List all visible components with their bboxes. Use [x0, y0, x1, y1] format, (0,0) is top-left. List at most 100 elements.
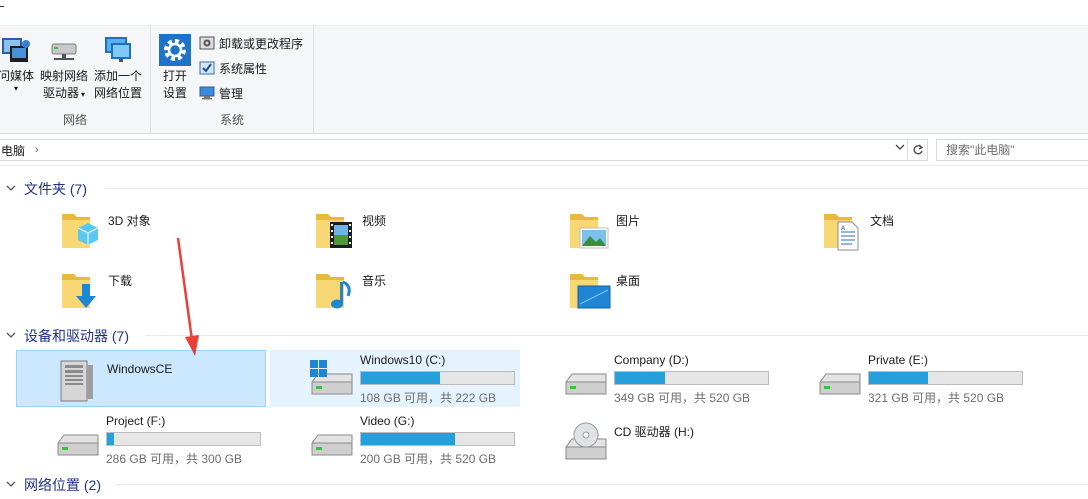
section-network-header[interactable]: 网络位置 (2)	[6, 475, 101, 495]
drive-usage-fill	[107, 433, 115, 445]
drive-name: Project (F:)	[106, 414, 166, 428]
uninstall-programs-button[interactable]: 卸载或更改程序	[199, 33, 303, 53]
folder-item-desktop[interactable]: 桌面	[524, 266, 774, 322]
drive-item-g[interactable]: Video (G:) 200 GB 可用，共 520 GB	[270, 411, 520, 468]
system-properties-button[interactable]: 系统属性	[199, 58, 267, 78]
folder-item-videos[interactable]: 视频	[270, 206, 520, 262]
drive-item-windowsce[interactable]: WindowsCE	[16, 350, 266, 407]
open-settings-label-1: 打开	[162, 69, 187, 83]
section-devices-header[interactable]: 设备和驱动器 (7)	[6, 326, 129, 346]
drive-free-space: 286 GB 可用，共 300 GB	[106, 452, 243, 466]
chevron-down-icon[interactable]	[6, 330, 18, 343]
section-devices-label: 设备和驱动器 (7)	[24, 328, 129, 344]
chevron-down-icon: ▾	[13, 84, 18, 93]
hard-drive-icon	[562, 358, 610, 398]
folder-name: 图片	[616, 214, 641, 228]
section-folders-header[interactable]: 文件夹 (7)	[6, 179, 87, 199]
ribbon-group-system: 打开 设置 卸载或更改程序 系统属性 管理 系统	[151, 26, 314, 134]
folder-item-3d-objects[interactable]: 3D 对象	[16, 206, 266, 262]
drive-free-space: 321 GB 可用，共 520 GB	[868, 391, 1005, 405]
drive-name: WindowsCE	[107, 362, 173, 376]
music-icon	[314, 266, 362, 314]
documents-icon: A	[822, 206, 870, 254]
uninstall-icon	[199, 35, 215, 51]
gear-icon	[159, 34, 191, 66]
map-drive-label-2: 驱动器	[42, 86, 79, 100]
folder-name: 音乐	[362, 274, 387, 288]
folder-item-music[interactable]: 音乐	[270, 266, 520, 322]
drive-usage-fill	[869, 372, 928, 384]
folder-item-downloads[interactable]: 下载	[16, 266, 266, 322]
properties-icon	[199, 60, 215, 76]
manage-label: 管理	[219, 86, 244, 101]
downloads-icon	[60, 266, 108, 314]
chevron-down-icon[interactable]	[6, 479, 18, 492]
uninstall-label: 卸载或更改程序	[219, 36, 304, 51]
section-folders-label: 文件夹 (7)	[24, 181, 87, 197]
breadcrumb-separator-icon[interactable]: ›	[35, 144, 39, 156]
address-bar[interactable]: 电脑 ›	[0, 139, 908, 161]
drive-item-f[interactable]: Project (F:) 286 GB 可用，共 300 GB	[16, 411, 266, 468]
3d-objects-icon	[60, 206, 108, 254]
ribbon: 问媒体 ▾ 映射网络 驱动器 ▾ 添加一个 网络位置 网络 打开 设置 卸载或更…	[0, 26, 1088, 134]
network-drive-icon	[48, 34, 80, 66]
map-drive-label-1: 映射网络	[39, 69, 88, 83]
add-location-label-1: 添加一个	[93, 69, 142, 83]
hard-drive-icon	[816, 358, 864, 398]
search-input[interactable]: 搜索"此电脑"	[936, 139, 1088, 161]
drive-usage-bar	[868, 371, 1023, 385]
folder-name: 3D 对象	[108, 214, 151, 228]
drive-free-space: 349 GB 可用，共 520 GB	[614, 391, 751, 405]
media-icon	[0, 34, 32, 66]
open-settings-label-2: 设置	[162, 86, 187, 100]
folder-item-pictures[interactable]: 图片	[524, 206, 774, 262]
ribbon-group-network: 问媒体 ▾ 映射网络 驱动器 ▾ 添加一个 网络位置 网络	[0, 26, 151, 134]
media-server-button[interactable]: 问媒体 ▾	[0, 34, 38, 93]
chevron-down-icon: ▾	[81, 90, 86, 99]
breadcrumb-this-pc[interactable]: 电脑	[0, 142, 25, 159]
section-divider	[146, 335, 1088, 336]
address-row: 电脑 › 搜索"此电脑"	[0, 134, 1088, 166]
folder-name: 视频	[362, 214, 387, 228]
drive-usage-fill	[361, 372, 440, 384]
section-divider	[104, 188, 1088, 189]
folder-name: 桌面	[616, 274, 641, 288]
drive-usage-bar	[360, 432, 515, 446]
properties-label: 系统属性	[219, 61, 268, 76]
section-network-label: 网络位置 (2)	[24, 477, 101, 493]
drive-name: Windows10 (C:)	[360, 353, 446, 367]
title-mark	[0, 6, 4, 7]
desktop-icon	[568, 266, 616, 314]
refresh-button[interactable]	[908, 139, 928, 161]
computer-tower-icon	[57, 359, 105, 402]
chevron-down-icon[interactable]	[895, 142, 905, 155]
title-strip	[0, 0, 1088, 26]
folder-item-documents[interactable]: A 文档	[778, 206, 1028, 262]
drive-name: CD 驱动器 (H:)	[614, 425, 694, 439]
drive-free-space: 108 GB 可用，共 222 GB	[360, 391, 497, 405]
drive-name: Company (D:)	[614, 353, 689, 367]
add-location-label-2: 网络位置	[93, 86, 142, 100]
pictures-icon	[568, 206, 616, 254]
manage-button[interactable]: 管理	[199, 83, 243, 103]
folder-name: 下载	[108, 274, 133, 288]
open-settings-button[interactable]: 打开 设置	[158, 34, 192, 102]
add-network-location-button[interactable]: 添加一个 网络位置	[92, 34, 144, 102]
section-divider	[116, 484, 1088, 485]
chevron-down-icon[interactable]	[6, 183, 18, 196]
drive-item-h[interactable]: CD 驱动器 (H:)	[524, 411, 774, 468]
manage-icon	[199, 85, 215, 101]
drive-usage-bar	[614, 371, 769, 385]
map-network-drive-button[interactable]: 映射网络 驱动器 ▾	[38, 34, 90, 103]
drive-name: Video (G:)	[360, 414, 415, 428]
drive-usage-bar	[106, 432, 261, 446]
drive-item-e[interactable]: Private (E:) 321 GB 可用，共 520 GB	[778, 350, 1028, 407]
drive-usage-bar	[360, 371, 515, 385]
refresh-icon	[913, 144, 923, 155]
drive-item-d[interactable]: Company (D:) 349 GB 可用，共 520 GB	[524, 350, 774, 407]
folder-name: 文档	[870, 214, 895, 228]
drive-item-c[interactable]: Windows10 (C:) 108 GB 可用，共 222 GB	[270, 350, 520, 407]
media-button-label: 问媒体	[0, 69, 34, 83]
network-group-label: 网络	[62, 113, 87, 127]
drive-usage-fill	[615, 372, 666, 384]
